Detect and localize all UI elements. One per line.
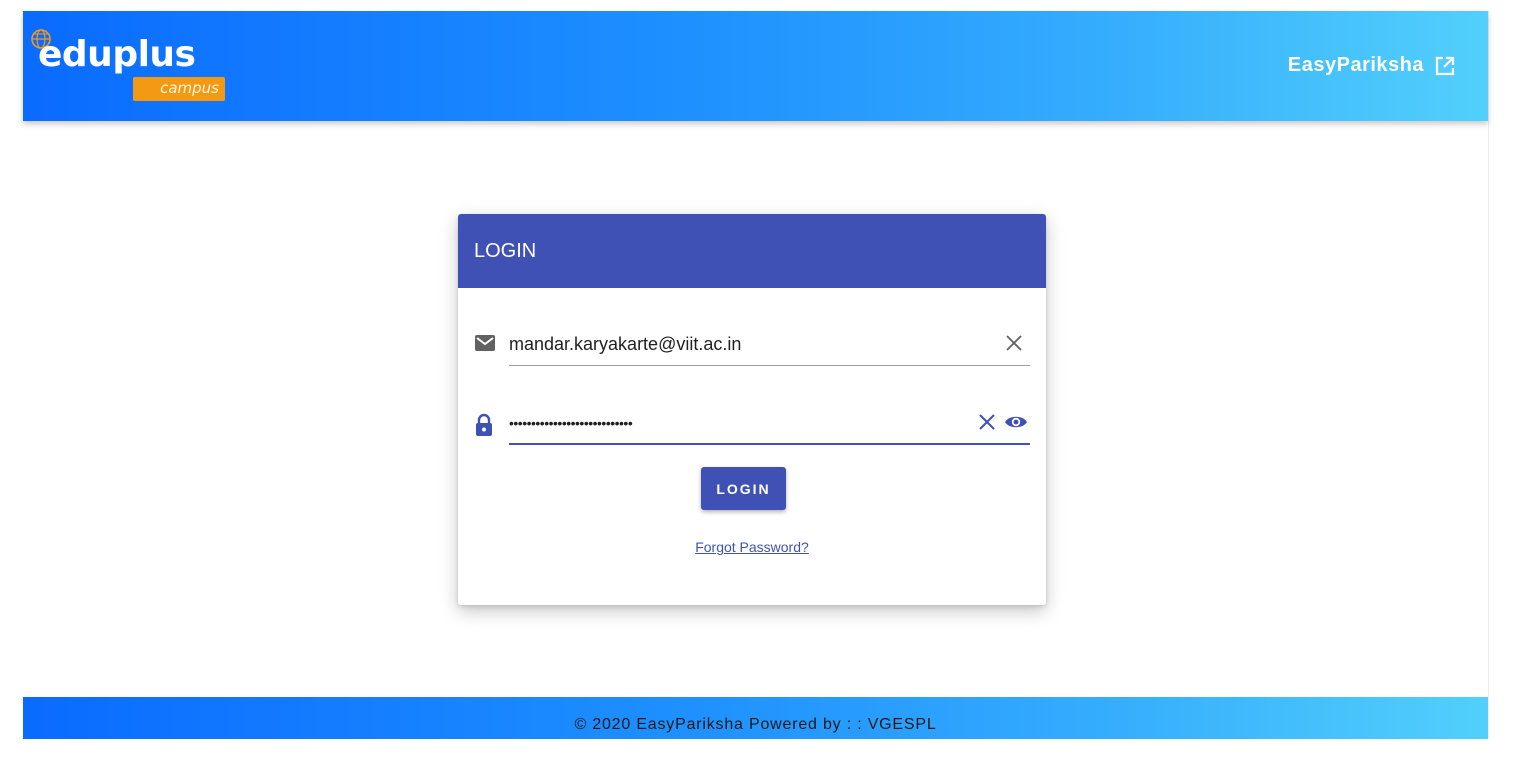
email-field-underline — [509, 365, 1030, 366]
login-button[interactable]: LOGIN — [701, 467, 786, 510]
logo-subtitle: campus — [133, 77, 225, 101]
easypariksha-link[interactable]: EasyPariksha — [1288, 54, 1455, 77]
email-field[interactable] — [509, 332, 949, 356]
logo-wordmark: eduplus — [38, 34, 196, 75]
envelope-icon — [475, 335, 495, 351]
top-bar: eduplus campus EasyPariksha — [23, 11, 1488, 121]
easypariksha-link-label: EasyPariksha — [1287, 54, 1424, 76]
eye-icon[interactable] — [1004, 414, 1028, 430]
password-field-row — [474, 405, 1030, 445]
login-card-title: LOGIN — [458, 214, 1046, 288]
open-in-new-icon — [1435, 56, 1455, 75]
footer: © 2020 EasyPariksha Powered by : : VGESP… — [23, 697, 1488, 739]
forgot-password-link[interactable]: Forgot Password? — [458, 539, 1046, 555]
login-card: LOGIN mandar.karyakarte@viit.ac.in •••••… — [458, 214, 1046, 605]
password-field[interactable] — [509, 411, 949, 435]
password-field-underline — [509, 443, 1030, 445]
close-icon[interactable] — [1005, 334, 1023, 352]
footer-text: © 2020 EasyPariksha Powered by : : VGESP… — [574, 716, 937, 733]
email-field-row — [474, 326, 1030, 366]
lock-icon — [476, 413, 492, 436]
eduplus-logo[interactable]: eduplus campus — [29, 27, 229, 107]
app-window: eduplus campus EasyPariksha LOGIN mandar… — [23, 11, 1489, 739]
close-icon[interactable] — [978, 413, 996, 431]
